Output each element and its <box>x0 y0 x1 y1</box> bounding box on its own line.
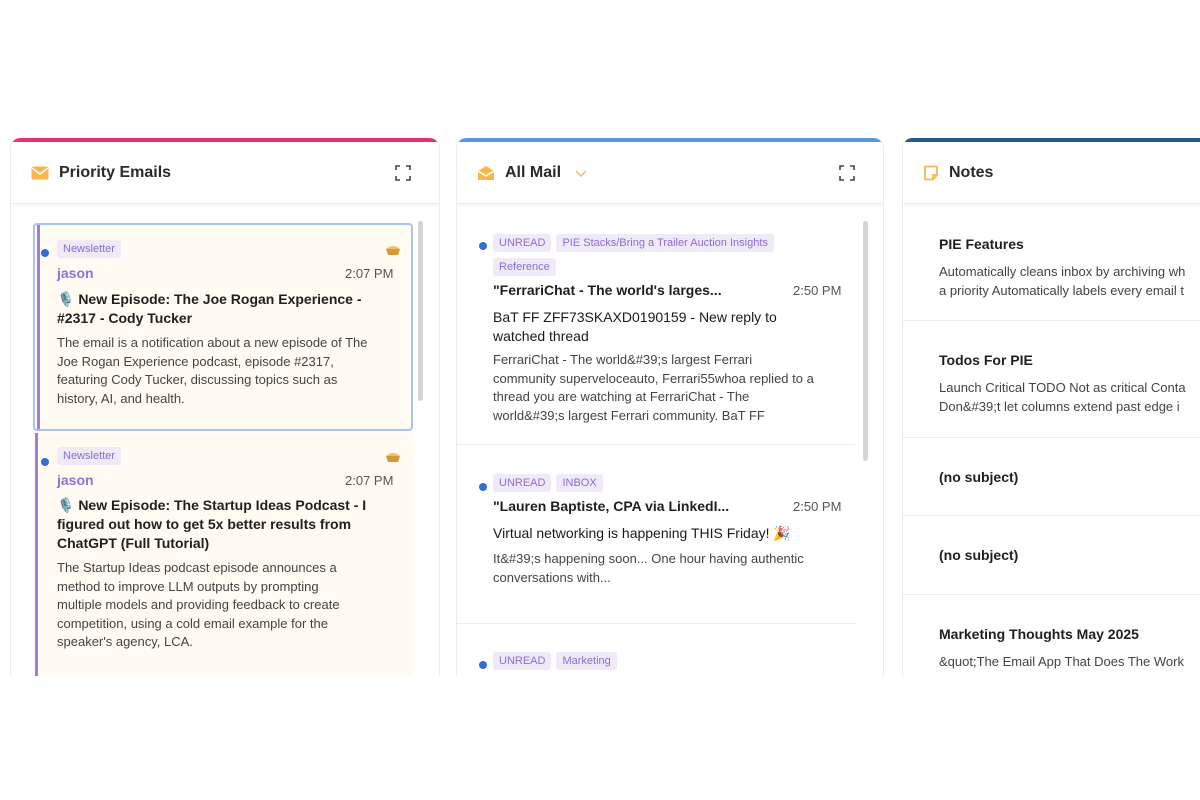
email-time: 2:07 PM <box>345 473 394 488</box>
all-mail-column: All Mail UNREAD PIE Stacks/Bring a Traile… <box>456 138 884 676</box>
note-item[interactable]: Todos For PIE Launch Critical TODO Not a… <box>903 322 1200 438</box>
card-accent-bar <box>35 433 38 676</box>
mail-subject: BaT FF ZFF73SKAXD0190159 - New reply to … <box>493 309 777 344</box>
envelope-icon <box>31 166 49 179</box>
mail-row[interactable]: UNREAD PIE Stacks/Bring a Trailer Auction… <box>457 205 855 445</box>
tag-inbox[interactable]: INBOX <box>556 474 603 492</box>
unread-dot <box>41 458 49 466</box>
note-title: (no subject) <box>939 469 1019 485</box>
note-item[interactable]: Marketing Thoughts May 2025 &quot;The Em… <box>903 596 1200 676</box>
mail-from: "Lauren Baptiste, CPA via LinkedI... <box>493 498 730 514</box>
email-subject: 🎙️ New Episode: The Startup Ideas Podcas… <box>57 497 367 551</box>
note-item[interactable]: (no subject) <box>903 439 1200 516</box>
unread-dot <box>479 242 487 250</box>
mail-row[interactable]: UNREAD INBOX "Lauren Baptiste, CPA via Li… <box>457 446 855 624</box>
email-subject: 🎙️ New Episode: The Joe Rogan Experience… <box>57 291 362 326</box>
mail-row[interactable]: UNREAD Marketing <box>457 625 855 676</box>
tag-marketing[interactable]: Marketing <box>556 652 617 670</box>
card-accent-bar <box>37 225 40 429</box>
note-text: &quot;The Email App That Does The Work <box>939 654 1184 669</box>
mail-time: 2:50 PM <box>793 283 842 298</box>
expand-icon[interactable] <box>395 165 411 181</box>
priority-emails-column: Priority Emails Newsletter jason 2:07 PM… <box>10 138 440 676</box>
tag-newsletter[interactable]: Newsletter <box>57 447 121 465</box>
mail-tags: UNREAD INBOX <box>493 473 608 492</box>
priority-email-card[interactable]: Newsletter jason 2:07 PM 🎙️ New Episode:… <box>33 223 413 431</box>
allmail-title: All Mail <box>505 163 562 181</box>
priority-title: Priority Emails <box>59 163 172 181</box>
tag-reference[interactable]: Reference <box>493 258 556 276</box>
tag-unread[interactable]: UNREAD <box>493 474 552 492</box>
note-icon <box>924 165 938 180</box>
note-text: Automatically cleans inbox by archiving … <box>939 264 1186 298</box>
mail-tags: UNREAD PIE Stacks/Bring a Trailer Auction… <box>493 233 779 252</box>
mail-preview: FerrariChat - The world&#39;s largest Fe… <box>493 352 814 423</box>
chevron-down-icon[interactable] <box>575 169 587 178</box>
email-time: 2:07 PM <box>345 266 394 281</box>
note-item[interactable]: PIE Features Automatically cleans inbox … <box>903 205 1200 321</box>
tag-newsletter[interactable]: Newsletter <box>57 240 121 258</box>
priority-email-card[interactable]: Newsletter jason 2:07 PM 🎙️ New Episode:… <box>33 433 413 676</box>
priority-header: Priority Emails <box>11 142 439 204</box>
mail-preview: It&#39;s happening soon... One hour havi… <box>493 551 804 585</box>
notes-list: PIE Features Automatically cleans inbox … <box>903 205 1200 676</box>
priority-list: Newsletter jason 2:07 PM 🎙️ New Episode:… <box>11 205 439 676</box>
mail-time: 2:50 PM <box>793 499 842 514</box>
notes-column: Notes PIE Features Automatically cleans … <box>902 138 1200 676</box>
mail-tags: Reference <box>493 257 561 276</box>
tag-unread[interactable]: UNREAD <box>493 234 552 252</box>
unread-dot <box>479 661 487 669</box>
note-title: PIE Features <box>939 236 1024 252</box>
note-text: Launch Critical TODO Not as critical Con… <box>939 380 1186 414</box>
email-preview: The email is a notification about a new … <box>57 335 368 406</box>
allmail-header: All Mail <box>457 142 883 204</box>
expand-icon[interactable] <box>839 165 855 181</box>
open-envelope-icon <box>477 165 495 180</box>
pie-icon <box>386 453 400 462</box>
sender-name: jason <box>57 265 94 281</box>
notes-title: Notes <box>949 163 994 181</box>
tag-label[interactable]: PIE Stacks/Bring a Trailer Auction Insig… <box>556 234 774 252</box>
note-title: Marketing Thoughts May 2025 <box>939 626 1139 642</box>
mail-from: "FerrariChat - The world's larges... <box>493 282 722 298</box>
email-preview: The Startup Ideas podcast episode announ… <box>57 560 340 649</box>
scrollbar[interactable] <box>418 221 423 401</box>
note-title: (no subject) <box>939 547 1019 563</box>
scrollbar[interactable] <box>863 221 868 461</box>
pie-icon <box>386 246 400 255</box>
unread-dot <box>41 249 49 257</box>
notes-header: Notes <box>903 142 1200 204</box>
note-title: Todos For PIE <box>939 352 1033 368</box>
mail-tags: UNREAD Marketing <box>493 651 622 670</box>
unread-dot <box>479 483 487 491</box>
tag-unread[interactable]: UNREAD <box>493 652 552 670</box>
allmail-list: UNREAD PIE Stacks/Bring a Trailer Auction… <box>457 205 883 676</box>
note-item[interactable]: (no subject) <box>903 517 1200 595</box>
mail-subject: Virtual networking is happening THIS Fri… <box>493 525 791 541</box>
sender-name: jason <box>57 472 94 488</box>
